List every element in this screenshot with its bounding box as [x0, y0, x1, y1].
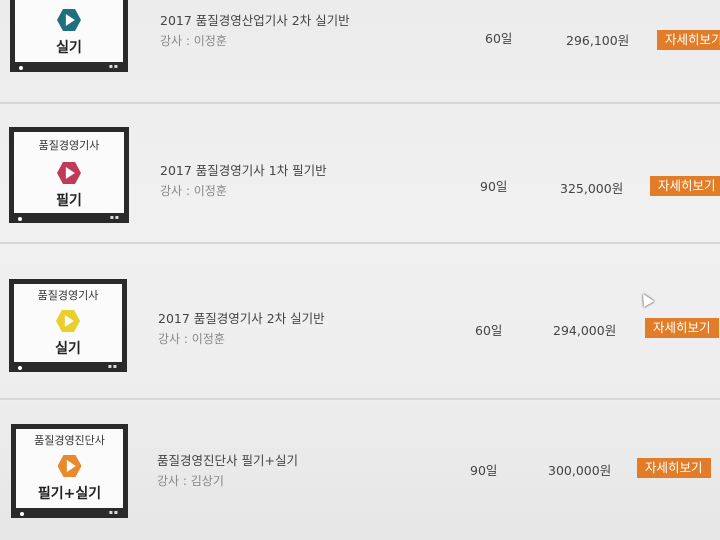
play-icon — [57, 9, 81, 31]
course-title[interactable]: 2017 품질경영기사 1차 필기반 — [160, 160, 327, 179]
play-icon — [57, 162, 81, 184]
course-type-label: 필기+실기 — [37, 486, 102, 502]
details-button[interactable]: 자세히보기 — [657, 30, 720, 50]
course-type-label: 실기 — [56, 40, 82, 56]
details-button[interactable]: 자세히보기 — [645, 318, 719, 338]
course-duration: 60일 — [475, 323, 503, 338]
course-row: 실기 ▪▪ 2017 품질경영산업기사 2차 실기반 강사 : 이정훈 60일 … — [0, 0, 720, 100]
course-thumbnail[interactable]: 품질경영기사 필기 ▪▪ — [9, 127, 129, 223]
course-duration: 90일 — [470, 463, 498, 478]
course-instructor: 강사 : 이정훈 — [160, 184, 227, 198]
course-price: 325,000원 — [560, 181, 624, 196]
course-row: 품질경영진단사 필기+실기 ▪▪ 품질경영진단사 필기+실기 강사 : 김상기 … — [0, 400, 720, 540]
course-row: 품질경영기사 실기 ▪▪ 2017 품질경영기사 2차 실기반 강사 : 이정훈… — [0, 244, 720, 394]
course-category-label: 품질경영기사 — [38, 139, 100, 152]
details-button[interactable]: 자세히보기 — [650, 176, 720, 196]
course-thumbnail[interactable]: 품질경영기사 실기 ▪▪ — [9, 279, 127, 372]
course-row: 품질경영기사 필기 ▪▪ 2017 품질경영기사 1차 필기반 강사 : 이정훈… — [0, 104, 720, 234]
course-title[interactable]: 2017 품질경영기사 2차 실기반 — [158, 308, 325, 327]
course-category-label: 품질경영기사 — [37, 289, 99, 302]
course-price: 300,000원 — [548, 463, 612, 478]
course-duration: 60일 — [485, 31, 513, 46]
course-type-label: 필기 — [56, 193, 82, 209]
course-thumbnail[interactable]: 실기 ▪▪ — [10, 0, 128, 72]
course-price: 294,000원 — [553, 323, 617, 338]
play-icon — [57, 455, 82, 477]
course-duration: 90일 — [480, 179, 508, 194]
course-instructor: 강사 : 이정훈 — [158, 332, 225, 346]
details-button[interactable]: 자세히보기 — [637, 458, 711, 478]
course-price: 296,100원 — [566, 33, 630, 48]
course-instructor: 강사 : 김상기 — [157, 474, 224, 488]
course-title[interactable]: 2017 품질경영산업기사 2차 실기반 — [160, 10, 350, 29]
course-instructor: 강사 : 이정훈 — [160, 34, 227, 48]
course-thumbnail[interactable]: 품질경영진단사 필기+실기 ▪▪ — [11, 424, 128, 518]
play-icon — [56, 310, 80, 332]
course-category-label: 품질경영진단사 — [34, 434, 105, 447]
course-title[interactable]: 품질경영진단사 필기+실기 — [157, 450, 298, 469]
course-type-label: 실기 — [55, 341, 81, 357]
